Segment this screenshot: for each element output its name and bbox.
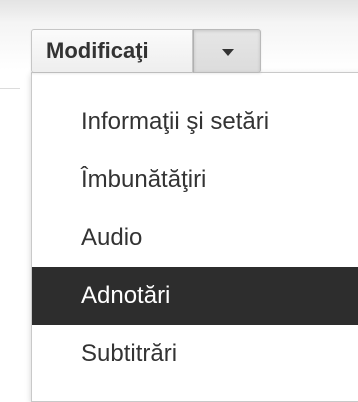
menu-list: Informaţii şi setări Îmbunătăţiri Audio … bbox=[32, 93, 358, 383]
menu-item-label: Audio bbox=[81, 224, 143, 251]
menu-item-label: Adnotări bbox=[81, 282, 171, 309]
header-shadow bbox=[0, 0, 358, 22]
edit-button-label: Modificaţi bbox=[46, 38, 149, 63]
edit-dropdown-menu: Informaţii şi setări Îmbunătăţiri Audio … bbox=[31, 72, 358, 402]
menu-item-label: Îmbunătăţiri bbox=[81, 166, 207, 193]
menu-item-audio[interactable]: Audio bbox=[32, 209, 358, 267]
menu-item-annotations[interactable]: Adnotări bbox=[32, 267, 358, 325]
background-divider bbox=[0, 88, 20, 89]
chevron-down-icon bbox=[222, 48, 234, 56]
menu-item-info-settings[interactable]: Informaţii şi setări bbox=[32, 93, 358, 151]
menu-item-enhancements[interactable]: Îmbunătăţiri bbox=[32, 151, 358, 209]
page-background: Modificaţi Informaţii şi setări Îmbunătă… bbox=[0, 0, 358, 402]
edit-split-button: Modificaţi bbox=[31, 29, 261, 73]
edit-dropdown-toggle[interactable] bbox=[193, 29, 261, 73]
menu-item-label: Informaţii şi setări bbox=[81, 108, 270, 135]
menu-item-label: Subtitrări bbox=[81, 340, 178, 367]
edit-button[interactable]: Modificaţi bbox=[31, 29, 193, 73]
menu-item-subtitles[interactable]: Subtitrări bbox=[32, 325, 358, 383]
